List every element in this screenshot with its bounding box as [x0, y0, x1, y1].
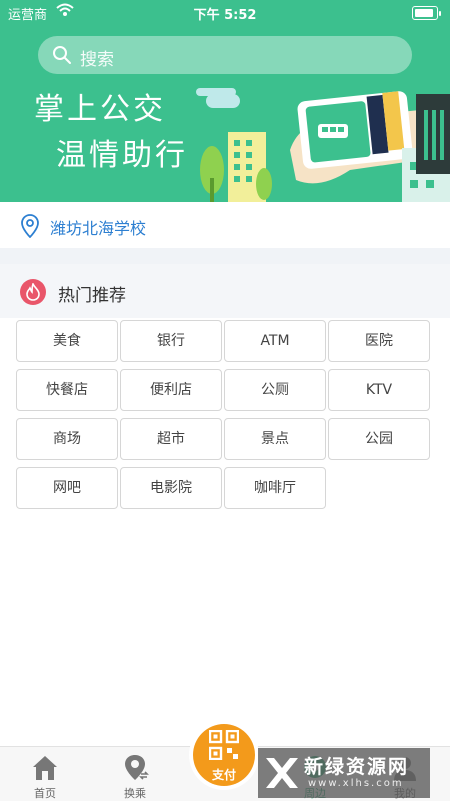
tab-transfer[interactable]: 换乘 — [90, 747, 180, 801]
header-banner: 运营商 下午 5:52 搜索 掌上公交 温情助行 — [0, 0, 450, 202]
watermark-url: www.xlhs.com — [308, 778, 404, 789]
status-bar: 运营商 下午 5:52 — [0, 0, 450, 26]
category-item[interactable]: KTV — [328, 369, 430, 411]
category-item[interactable]: 银行 — [120, 320, 222, 362]
watermark-logo-icon — [266, 758, 298, 788]
category-item[interactable]: 公园 — [328, 418, 430, 460]
pay-button[interactable]: 支付 — [193, 724, 255, 786]
location-text[interactable]: 潍坊北海学校 — [50, 215, 146, 239]
search-bar[interactable]: 搜索 — [38, 36, 412, 74]
category-item[interactable]: 电影院 — [120, 467, 222, 509]
home-icon — [33, 756, 57, 780]
search-placeholder[interactable]: 搜索 — [80, 45, 114, 70]
location-pin-icon — [21, 214, 39, 238]
qr-code-icon — [209, 730, 239, 760]
hot-recommend-header: 热门推荐 — [0, 264, 450, 318]
category-item[interactable]: 医院 — [328, 320, 430, 362]
category-item[interactable]: 美食 — [16, 320, 118, 362]
tab-home-label: 首页 — [34, 787, 56, 800]
banner-line-1: 掌上公交 — [34, 92, 166, 127]
fire-icon — [20, 279, 46, 305]
watermark-title: 新绿资源网 — [304, 756, 410, 778]
current-location[interactable]: 潍坊北海学校 — [0, 202, 450, 248]
section-divider — [0, 248, 450, 264]
search-icon — [53, 46, 71, 64]
category-item[interactable]: 咖啡厅 — [224, 467, 326, 509]
status-time: 下午 5:52 — [193, 8, 257, 23]
pay-label: 支付 — [211, 768, 236, 782]
banner-line-2: 温情助行 — [56, 138, 188, 173]
category-item[interactable]: ATM — [224, 320, 326, 362]
category-item[interactable]: 景点 — [224, 418, 326, 460]
tab-home[interactable]: 首页 — [0, 747, 90, 801]
section-title: 热门推荐 — [58, 286, 126, 306]
transfer-pin-icon — [125, 755, 149, 780]
category-item[interactable]: 公厕 — [224, 369, 326, 411]
category-item[interactable]: 网吧 — [16, 467, 118, 509]
category-item[interactable]: 商场 — [16, 418, 118, 460]
category-item[interactable]: 快餐店 — [16, 369, 118, 411]
watermark-overlay: 新绿资源网 www.xlhs.com — [258, 748, 430, 798]
category-item[interactable]: 超市 — [120, 418, 222, 460]
battery-icon — [412, 6, 441, 20]
category-item[interactable]: 便利店 — [120, 369, 222, 411]
tab-transfer-label: 换乘 — [124, 787, 146, 800]
